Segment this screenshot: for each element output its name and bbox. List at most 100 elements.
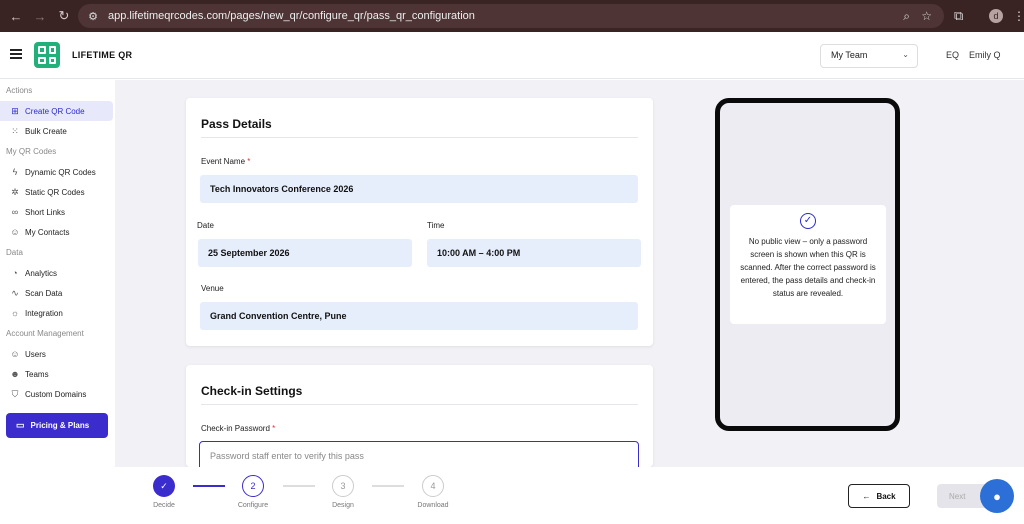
plus-square-icon: ⊞ xyxy=(11,105,19,116)
pass-details-title: Pass Details xyxy=(201,117,272,131)
step-label-decide: Decide xyxy=(153,502,175,509)
activity-icon: ∿ xyxy=(11,287,19,298)
required-mark: * xyxy=(247,157,251,166)
step-decide[interactable]: ✓ xyxy=(153,475,175,497)
check-circle-icon: ✓ xyxy=(800,213,816,229)
section-actions: Actions xyxy=(6,86,33,95)
bolt-icon: ϟ xyxy=(12,167,18,177)
event-name-label-text: Event Name xyxy=(201,157,246,166)
sidebar-item-label: Analytics xyxy=(25,268,58,278)
hamburger-menu-icon[interactable] xyxy=(10,49,22,59)
user-name[interactable]: Emily Q xyxy=(969,50,1001,60)
step-configure[interactable]: 2 xyxy=(242,475,264,497)
reload-icon[interactable]: ↻ xyxy=(56,8,72,24)
sidebar-item-label: Integration xyxy=(25,308,63,318)
back-button[interactable]: ← Back xyxy=(848,484,910,508)
shield-icon: ⛉ xyxy=(11,388,19,399)
step-connector xyxy=(193,485,225,487)
sidebar-item-dynamic[interactable]: ϟ Dynamic QR Codes xyxy=(0,162,115,182)
sidebar-item-label: My Contacts xyxy=(25,227,70,237)
date-field[interactable]: 25 September 2026 xyxy=(198,239,412,267)
sidebar-item-contacts[interactable]: ☺ My Contacts xyxy=(0,222,115,242)
back-arrow-icon[interactable]: ← xyxy=(8,8,24,24)
sidebar-item-label: Scan Data xyxy=(25,288,63,298)
profile-avatar[interactable]: d xyxy=(989,9,1003,23)
browser-menu-icon[interactable]: ⋮ xyxy=(1013,9,1024,23)
sidebar: Actions ⊞ Create QR Code ⁙ Bulk Create My … xyxy=(0,80,115,524)
wizard-footer: ✓ 2 3 4 Decide Configure Design Download… xyxy=(0,467,1024,524)
sidebar-item-label: Teams xyxy=(25,369,49,379)
next-label: Next xyxy=(949,491,966,501)
checkin-password-label-text: Check-in Password xyxy=(201,424,270,433)
pricing-plans-button[interactable]: ▭ Pricing & Plans xyxy=(6,413,108,438)
extensions-icon[interactable]: ⧉ xyxy=(954,8,963,24)
event-name-field[interactable]: Tech Innovators Conference 2026 xyxy=(200,175,638,203)
sidebar-item-static[interactable]: ✲ Static QR Codes xyxy=(0,182,115,202)
time-field[interactable]: 10:00 AM – 4:00 PM xyxy=(427,239,641,267)
sidebar-item-label: Bulk Create xyxy=(25,126,67,136)
team-icon: ☻ xyxy=(10,369,20,379)
divider xyxy=(201,404,638,405)
sidebar-item-label: Dynamic QR Codes xyxy=(25,167,96,177)
back-label: Back xyxy=(876,491,896,501)
pie-chart-icon: ◔ xyxy=(12,268,18,278)
sidebar-item-create-qr[interactable]: ⊞ Create QR Code xyxy=(0,101,113,121)
sidebar-item-bulk-create[interactable]: ⁙ Bulk Create xyxy=(0,121,115,141)
checkin-settings-title: Check-in Settings xyxy=(201,384,303,398)
sidebar-item-label: Custom Domains xyxy=(25,389,87,399)
team-select[interactable]: My Team ⌄ xyxy=(820,44,918,68)
sidebar-item-users[interactable]: ☺ Users xyxy=(0,344,115,364)
card-icon: ▭ xyxy=(16,420,25,430)
browser-toolbar: ← → ↻ ⚙ app.lifetimeqrcodes.com/pages/ne… xyxy=(0,0,1024,32)
step-design[interactable]: 3 xyxy=(332,475,354,497)
pricing-label: Pricing & Plans xyxy=(30,421,90,430)
address-bar[interactable]: ⚙ app.lifetimeqrcodes.com/pages/new_qr/c… xyxy=(78,4,944,28)
date-label: Date xyxy=(197,221,214,230)
sidebar-item-label: Create QR Code xyxy=(25,106,85,116)
venue-field[interactable]: Grand Convention Centre, Pune xyxy=(200,302,638,330)
step-connector xyxy=(283,485,315,487)
divider xyxy=(201,137,638,138)
sidebar-item-domains[interactable]: ⛉ Custom Domains xyxy=(0,384,115,404)
chevron-down-icon: ⌄ xyxy=(902,50,909,59)
arrow-left-icon: ← xyxy=(862,491,871,501)
venue-label: Venue xyxy=(201,284,224,293)
checkin-password-label: Check-in Password * xyxy=(201,424,275,433)
required-mark: * xyxy=(272,424,276,433)
step-download[interactable]: 4 xyxy=(422,475,444,497)
bookmark-star-icon[interactable]: ☆ xyxy=(921,9,932,23)
sidebar-item-label: Short Links xyxy=(25,207,66,217)
sidebar-item-short-links[interactable]: ∞ Short Links xyxy=(0,202,115,222)
site-settings-icon[interactable]: ⚙ xyxy=(86,9,100,23)
sidebar-item-teams[interactable]: ☻ Teams xyxy=(0,364,115,384)
brand-name: LIFETIME QR xyxy=(72,50,133,60)
time-label: Time xyxy=(427,221,445,230)
lifetime-qr-logo xyxy=(34,42,60,68)
step-label-download: Download xyxy=(417,502,449,509)
step-label-configure: Configure xyxy=(237,502,269,509)
team-select-value: My Team xyxy=(831,50,868,60)
app-header: LIFETIME QR My Team ⌄ EQ Emily Q xyxy=(0,32,1024,79)
sidebar-item-scan-data[interactable]: ∿ Scan Data xyxy=(0,283,115,303)
step-connector xyxy=(372,485,404,487)
sidebar-item-label: Static QR Codes xyxy=(25,187,85,197)
plug-icon: ☼ xyxy=(10,308,20,318)
url-text: app.lifetimeqrcodes.com/pages/new_qr/con… xyxy=(108,10,475,22)
step-label-design: Design xyxy=(332,502,354,509)
forward-arrow-icon[interactable]: → xyxy=(32,8,48,24)
section-my-qr: My QR Codes xyxy=(6,147,57,156)
preview-notice: ✓ No public view – only a password scree… xyxy=(730,205,886,324)
sidebar-item-analytics[interactable]: ◔ Analytics xyxy=(0,263,115,283)
event-name-label: Event Name * xyxy=(201,157,250,166)
chat-bubble-icon[interactable]: ● xyxy=(980,479,1014,513)
contacts-icon: ☺ xyxy=(10,227,20,237)
sidebar-item-integration[interactable]: ☼ Integration xyxy=(0,303,115,323)
user-plus-icon: ☺ xyxy=(10,349,20,359)
user-initials[interactable]: EQ xyxy=(946,50,959,60)
section-account: Account Management xyxy=(6,329,84,338)
sidebar-item-label: Users xyxy=(25,349,46,359)
link-icon: ∞ xyxy=(11,207,19,217)
preview-notice-text: No public view – only a password screen … xyxy=(740,237,876,298)
section-data: Data xyxy=(6,248,23,257)
zoom-icon[interactable]: ⌕ xyxy=(903,9,910,24)
